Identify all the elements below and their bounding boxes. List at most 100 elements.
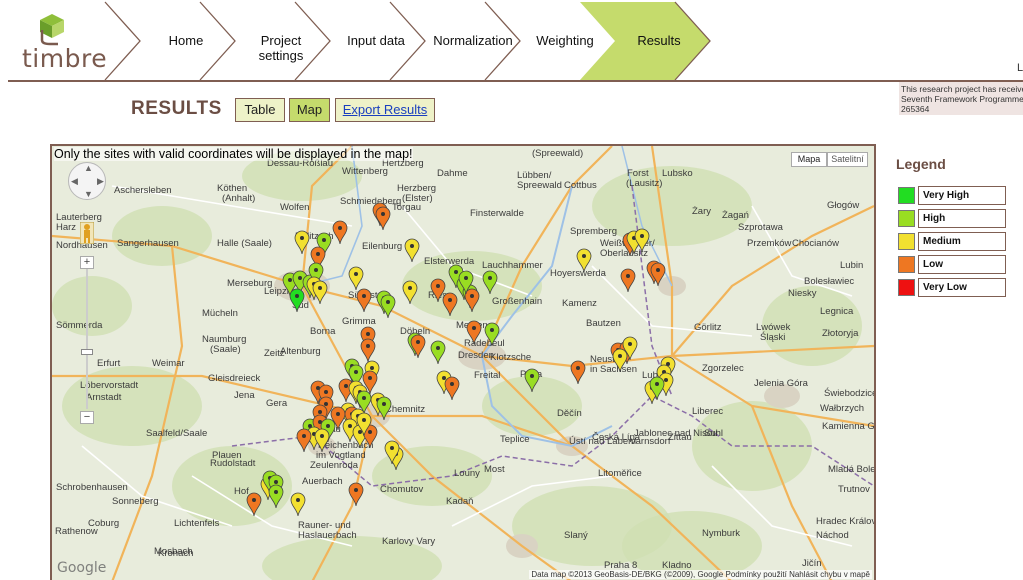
site-marker-dot — [316, 252, 320, 256]
map-place-label: Kamenz — [562, 298, 597, 309]
site-marker-dot — [296, 498, 300, 502]
site-marker-dot — [640, 234, 644, 238]
map-place-label: Niesky — [788, 288, 817, 299]
results-map[interactable]: Dessau-Roßlau Wittenberg (Spreewald) Cottbu… — [50, 144, 876, 580]
map-place-label: Trutnov — [838, 484, 870, 495]
site-marker-dot — [442, 376, 446, 380]
site-marker-dot — [302, 434, 306, 438]
legend-swatch-very-low — [898, 279, 915, 296]
pan-up-icon[interactable]: ▲ — [84, 163, 93, 173]
zoom-slider-thumb[interactable] — [81, 349, 93, 355]
site-marker-dot — [326, 424, 330, 428]
map-place-label: Halle (Saale) — [217, 238, 272, 249]
site-marker-dot — [454, 270, 458, 274]
table-button[interactable]: Table — [235, 98, 285, 122]
map-place-label: Arnstadt — [86, 392, 122, 403]
map-place-label: (Anhalt) — [222, 193, 255, 204]
map-place-label: Dresden — [458, 350, 494, 361]
map-place-label: in Sachsen — [590, 364, 637, 375]
map-place-label: Liberec — [692, 406, 723, 417]
site-marker-dot — [664, 378, 668, 382]
legend-label-very-low: Very Low — [918, 278, 1006, 297]
map-place-label: Erfurt — [97, 358, 121, 369]
nav-step-home[interactable]: Home — [160, 33, 212, 48]
map-place-label: Mücheln — [202, 308, 238, 319]
site-marker-dot — [656, 268, 660, 272]
zoom-out-button[interactable]: − — [80, 411, 94, 424]
site-marker-dot — [344, 384, 348, 388]
map-place-label: Eilenburg — [362, 241, 402, 252]
zoom-slider-track[interactable] — [86, 269, 88, 409]
map-place-label: Bolesławiec — [804, 276, 854, 287]
site-marker-dot — [450, 382, 454, 386]
legend-label-low: Low — [918, 255, 1006, 274]
map-place-label: Litoměřice — [598, 468, 642, 479]
map-place-label: Spreewald — [517, 180, 562, 191]
site-marker-dot — [366, 344, 370, 348]
site-marker-dot — [318, 410, 322, 414]
site-marker-dot — [448, 298, 452, 302]
site-marker-dot — [362, 396, 366, 400]
site-marker-dot — [314, 268, 318, 272]
map-place-label: Jelenia Góra — [754, 378, 809, 389]
map-place-label: Most — [484, 464, 505, 475]
site-marker-dot — [436, 346, 440, 350]
map-place-label: Hoyerswerda — [550, 268, 607, 279]
site-marker-dot — [655, 382, 659, 386]
site-marker-dot — [298, 276, 302, 280]
map-place-label: Haslauerbach — [298, 530, 357, 541]
site-marker-dot — [362, 294, 366, 298]
site-marker-dot — [472, 326, 476, 330]
site-marker-dot — [390, 446, 394, 450]
nav-step-results[interactable]: Results — [629, 33, 689, 48]
nav-step-normalization[interactable]: Normalization — [430, 33, 516, 48]
pan-down-icon[interactable]: ▼ — [84, 189, 93, 199]
map-notice: Only the sites with valid coordinates wi… — [54, 147, 413, 161]
nav-step-input-data[interactable]: Input data — [340, 33, 412, 48]
map-button[interactable]: Map — [289, 98, 330, 122]
map-place-label: Mosbach — [154, 546, 193, 557]
map-place-label: Wolfen — [280, 202, 309, 213]
map-place-label: Gleisdreieck — [208, 373, 261, 384]
map-place-label: Dahme — [437, 168, 468, 179]
map-place-label: Spremberg — [570, 226, 617, 237]
map-place-label: Bautzen — [586, 318, 621, 329]
export-results-link[interactable]: Export Results — [335, 98, 435, 122]
map-place-label: Lauchhammer — [482, 260, 543, 271]
map-place-label: Świebodzice — [824, 387, 874, 399]
map-place-label: (Saale) — [210, 344, 241, 355]
map-attribution[interactable]: Data map ©2013 GeoBasis-DE/BKG (©2009), … — [529, 570, 872, 579]
zoom-in-button[interactable]: + — [80, 256, 94, 269]
map-place-label: Jičín — [802, 558, 822, 569]
map-place-label: Śląski — [760, 331, 785, 343]
nav-step-weighting[interactable]: Weighting — [530, 33, 600, 48]
map-place-label: Auerbach — [302, 476, 343, 487]
site-marker-dot — [470, 294, 474, 298]
site-marker-dot — [295, 294, 299, 298]
site-marker-dot — [324, 390, 328, 394]
site-marker-dot — [386, 300, 390, 304]
map-place-label: Torgau — [392, 202, 421, 213]
site-marker-dot — [626, 274, 630, 278]
site-marker-dot — [381, 212, 385, 216]
map-place-label: Wałbrzych — [820, 403, 864, 414]
map-place-label: Saalfeld/Saale — [146, 428, 207, 439]
map-place-label: Görlitz — [694, 322, 722, 333]
map-pan-control[interactable]: ▲ ▼ ◀ ▶ — [68, 162, 106, 200]
street-view-pegman-icon[interactable] — [80, 222, 94, 244]
nav-step-project-settings[interactable]: Project settings — [250, 33, 312, 63]
map-place-label: Radebeul — [464, 338, 505, 349]
legend-swatch-low — [898, 256, 915, 273]
site-marker-dot — [252, 498, 256, 502]
map-place-label: Löbervorstadt — [80, 380, 138, 391]
site-marker-dot — [274, 490, 278, 494]
map-canvas[interactable]: Dessau-RoßlauWittenberg(Spreewald)Cottbu… — [52, 146, 874, 580]
legend-swatch-very-high — [898, 187, 915, 204]
funding-notice-line1: This research project has receive — [901, 84, 1023, 94]
map-type-satellite-button[interactable]: Satelitní — [827, 152, 868, 167]
map-type-map-button[interactable]: Mapa — [791, 152, 827, 167]
site-marker-dot — [628, 342, 632, 346]
pan-left-icon[interactable]: ◀ — [71, 176, 78, 187]
map-place-label: Louny — [454, 468, 480, 479]
pan-right-icon[interactable]: ▶ — [97, 176, 104, 187]
